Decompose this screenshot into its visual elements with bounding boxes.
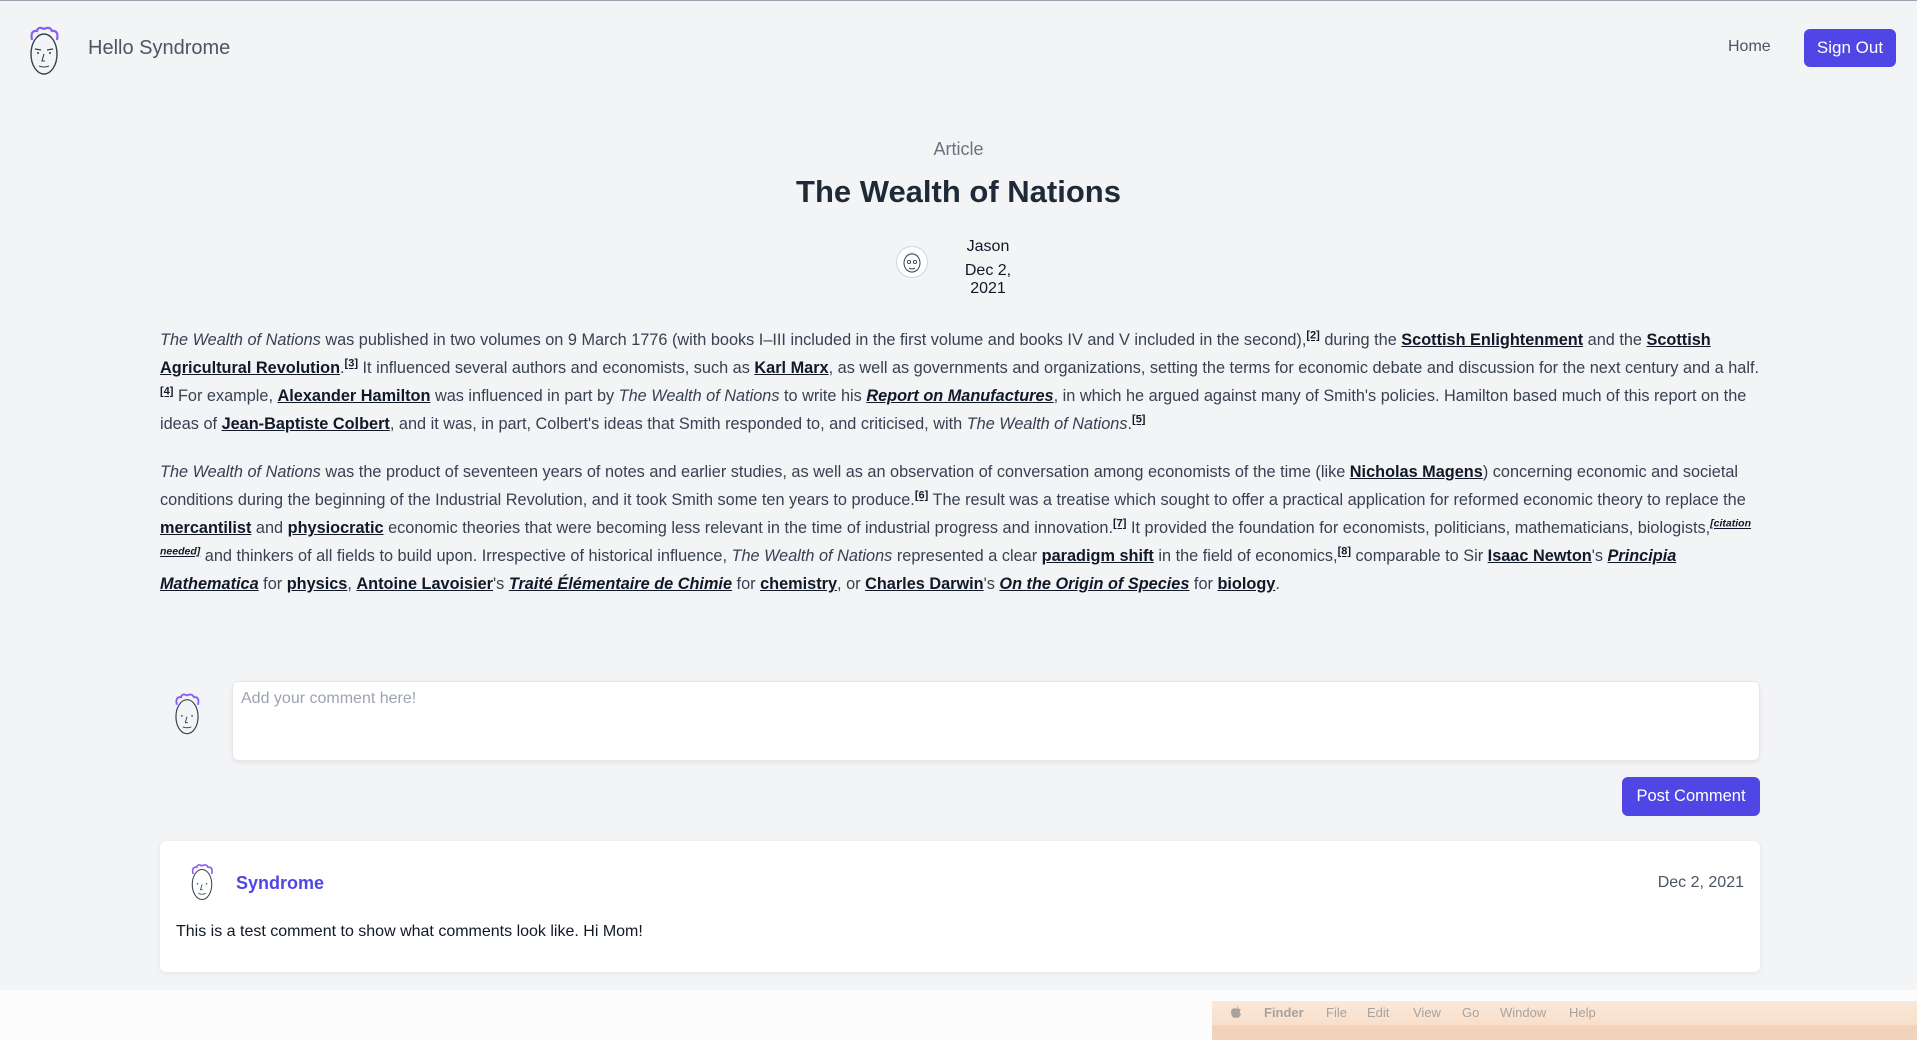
citation-link[interactable]: [7] [1113, 518, 1126, 530]
citation-link[interactable]: [3] [345, 358, 358, 370]
text: economic theories that were becoming les… [383, 519, 1113, 537]
menu-window[interactable]: Window [1500, 1005, 1546, 1020]
citation-link[interactable]: [6] [915, 490, 928, 502]
comment-text: This is a test comment to show what comm… [176, 923, 643, 940]
article-kicker: Article [933, 139, 984, 159]
wiki-link[interactable]: physics [287, 575, 348, 593]
wiki-link[interactable]: Alexander Hamilton [278, 387, 431, 405]
italic-title: The Wealth of Nations [966, 415, 1128, 433]
text: and the [1583, 331, 1647, 349]
text: For example, [173, 387, 278, 405]
post-comment-button[interactable]: Post Comment [1622, 777, 1760, 816]
menubar-strip [1212, 1025, 1917, 1040]
citation-link[interactable]: [2] [1306, 330, 1319, 342]
italic-title: The Wealth of Nations [160, 463, 321, 481]
italic-title: The Wealth of Nations [618, 387, 780, 405]
text: to write his [779, 387, 867, 405]
menu-finder[interactable]: Finder [1264, 1005, 1304, 1020]
wiki-link[interactable]: Antoine Lavoisier [356, 575, 493, 593]
text: and [251, 519, 288, 537]
wiki-link[interactable]: Report on Manufactures [866, 387, 1053, 405]
site-name[interactable]: Hello Syndrome [88, 37, 230, 60]
citation-link[interactable]: [5] [1132, 414, 1145, 426]
comment-author-avatar-icon [191, 864, 213, 901]
comment-author-link[interactable]: Syndrome [236, 873, 324, 894]
text: It provided the foundation for economist… [1126, 519, 1711, 537]
text: The result was a treatise which sought t… [928, 491, 1746, 509]
italic-title: The Wealth of Nations [160, 331, 321, 349]
menu-help[interactable]: Help [1569, 1005, 1596, 1020]
text: represented a clear [892, 547, 1042, 565]
wiki-link[interactable]: Scottish Enlightenment [1401, 331, 1583, 349]
wiki-link[interactable]: Karl Marx [754, 359, 828, 377]
text: It influenced several authors and econom… [358, 359, 755, 377]
text: for [258, 575, 287, 593]
wiki-link[interactable]: biology [1217, 575, 1275, 593]
wiki-link[interactable]: Isaac Newton [1488, 547, 1592, 565]
text: 's [493, 575, 509, 593]
article-date: Dec 2, 2021 [964, 262, 1012, 297]
text: for [1189, 575, 1218, 593]
syndrome-face-logo-icon[interactable] [24, 26, 64, 78]
wiki-link[interactable]: Traité Élémentaire de Chimie [509, 575, 732, 593]
nav-home-link[interactable]: Home [1728, 38, 1771, 56]
article-paragraph: The Wealth of Nations was published in t… [160, 326, 1760, 438]
wiki-link[interactable]: mercantilist [160, 519, 251, 537]
text: during the [1319, 331, 1402, 349]
article-title: The Wealth of Nations [796, 174, 1121, 209]
wiki-link[interactable]: Nicholas Magens [1350, 463, 1483, 481]
comment-date: Dec 2, 2021 [1657, 874, 1744, 891]
text: 's [983, 575, 1000, 593]
os-menubar: Finder File Edit View Go Window Help [1212, 1001, 1917, 1040]
menu-file[interactable]: File [1326, 1005, 1347, 1020]
text: for [732, 575, 761, 593]
article-body: The Wealth of Nations was published in t… [160, 326, 1760, 618]
wiki-link[interactable]: chemistry [760, 575, 837, 593]
text: . [1275, 575, 1280, 593]
text: was influenced in part by [430, 387, 619, 405]
menu-view[interactable]: View [1413, 1005, 1441, 1020]
wiki-link[interactable]: physiocratic [288, 519, 384, 537]
text: 's [1591, 547, 1608, 565]
text: , as well as governments and organizatio… [828, 359, 1759, 377]
text: was the product of seventeen years of no… [320, 463, 1350, 481]
text: and thinkers of all fields to build upon… [200, 547, 732, 565]
author-avatar-icon [896, 246, 928, 278]
article-paragraph: The Wealth of Nations was the product of… [160, 458, 1760, 598]
menu-edit[interactable]: Edit [1367, 1005, 1389, 1020]
wiki-link[interactable]: Charles Darwin [865, 575, 984, 593]
wiki-link[interactable]: paradigm shift [1042, 547, 1154, 565]
text: was published in two volumes on 9 March … [320, 331, 1307, 349]
text: comparable to Sir [1351, 547, 1488, 565]
menu-go[interactable]: Go [1462, 1005, 1479, 1020]
sign-out-button[interactable]: Sign Out [1804, 29, 1896, 67]
author-name: Jason [966, 238, 1010, 255]
text: in the field of economics, [1153, 547, 1338, 565]
citation-link[interactable]: [8] [1338, 546, 1351, 558]
apple-icon[interactable] [1230, 1005, 1242, 1022]
site-header: Hello Syndrome Home Sign Out [0, 1, 1917, 93]
wiki-link[interactable]: On the Origin of Species [999, 575, 1189, 593]
current-user-avatar-icon [175, 693, 200, 735]
italic-title: The Wealth of Nations [731, 547, 893, 565]
text: , or [837, 575, 866, 593]
wiki-link[interactable]: Jean-Baptiste Colbert [222, 415, 390, 433]
text: , and it was, in part, Colbert's ideas t… [389, 415, 967, 433]
citation-link[interactable]: [4] [160, 386, 173, 398]
comment-card: Syndrome Dec 2, 2021 This is a test comm… [160, 841, 1760, 972]
comment-input[interactable] [232, 681, 1760, 761]
